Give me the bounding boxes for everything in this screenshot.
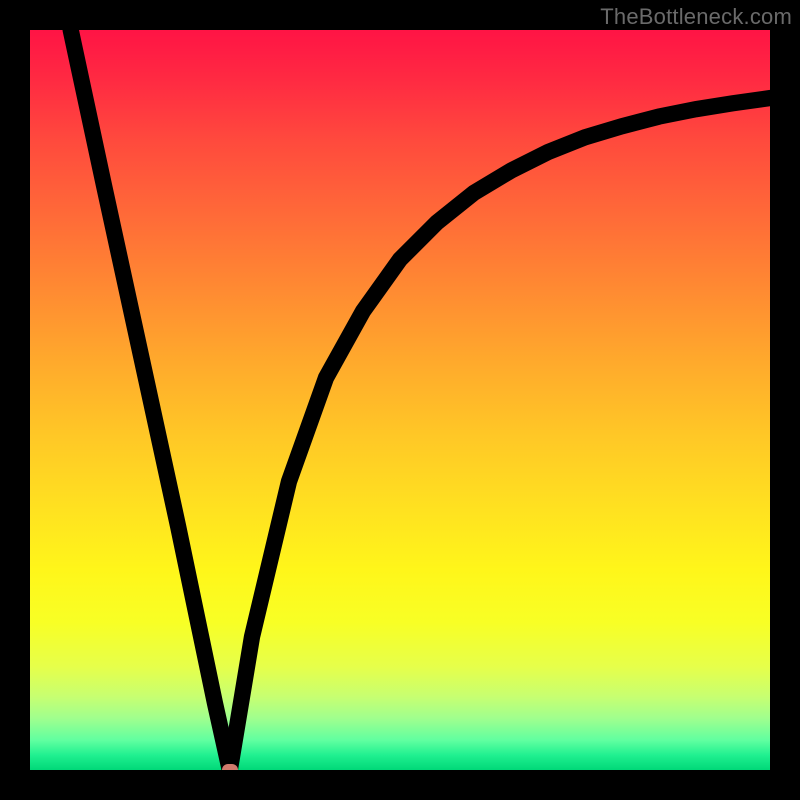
watermark-text: TheBottleneck.com: [600, 4, 792, 30]
right-branch-curve: [230, 98, 770, 770]
plot-area: [30, 30, 770, 770]
min-marker: [222, 764, 238, 770]
left-branch-curve: [71, 30, 230, 770]
curve-layer: [30, 30, 770, 770]
chart-frame: TheBottleneck.com: [0, 0, 800, 800]
